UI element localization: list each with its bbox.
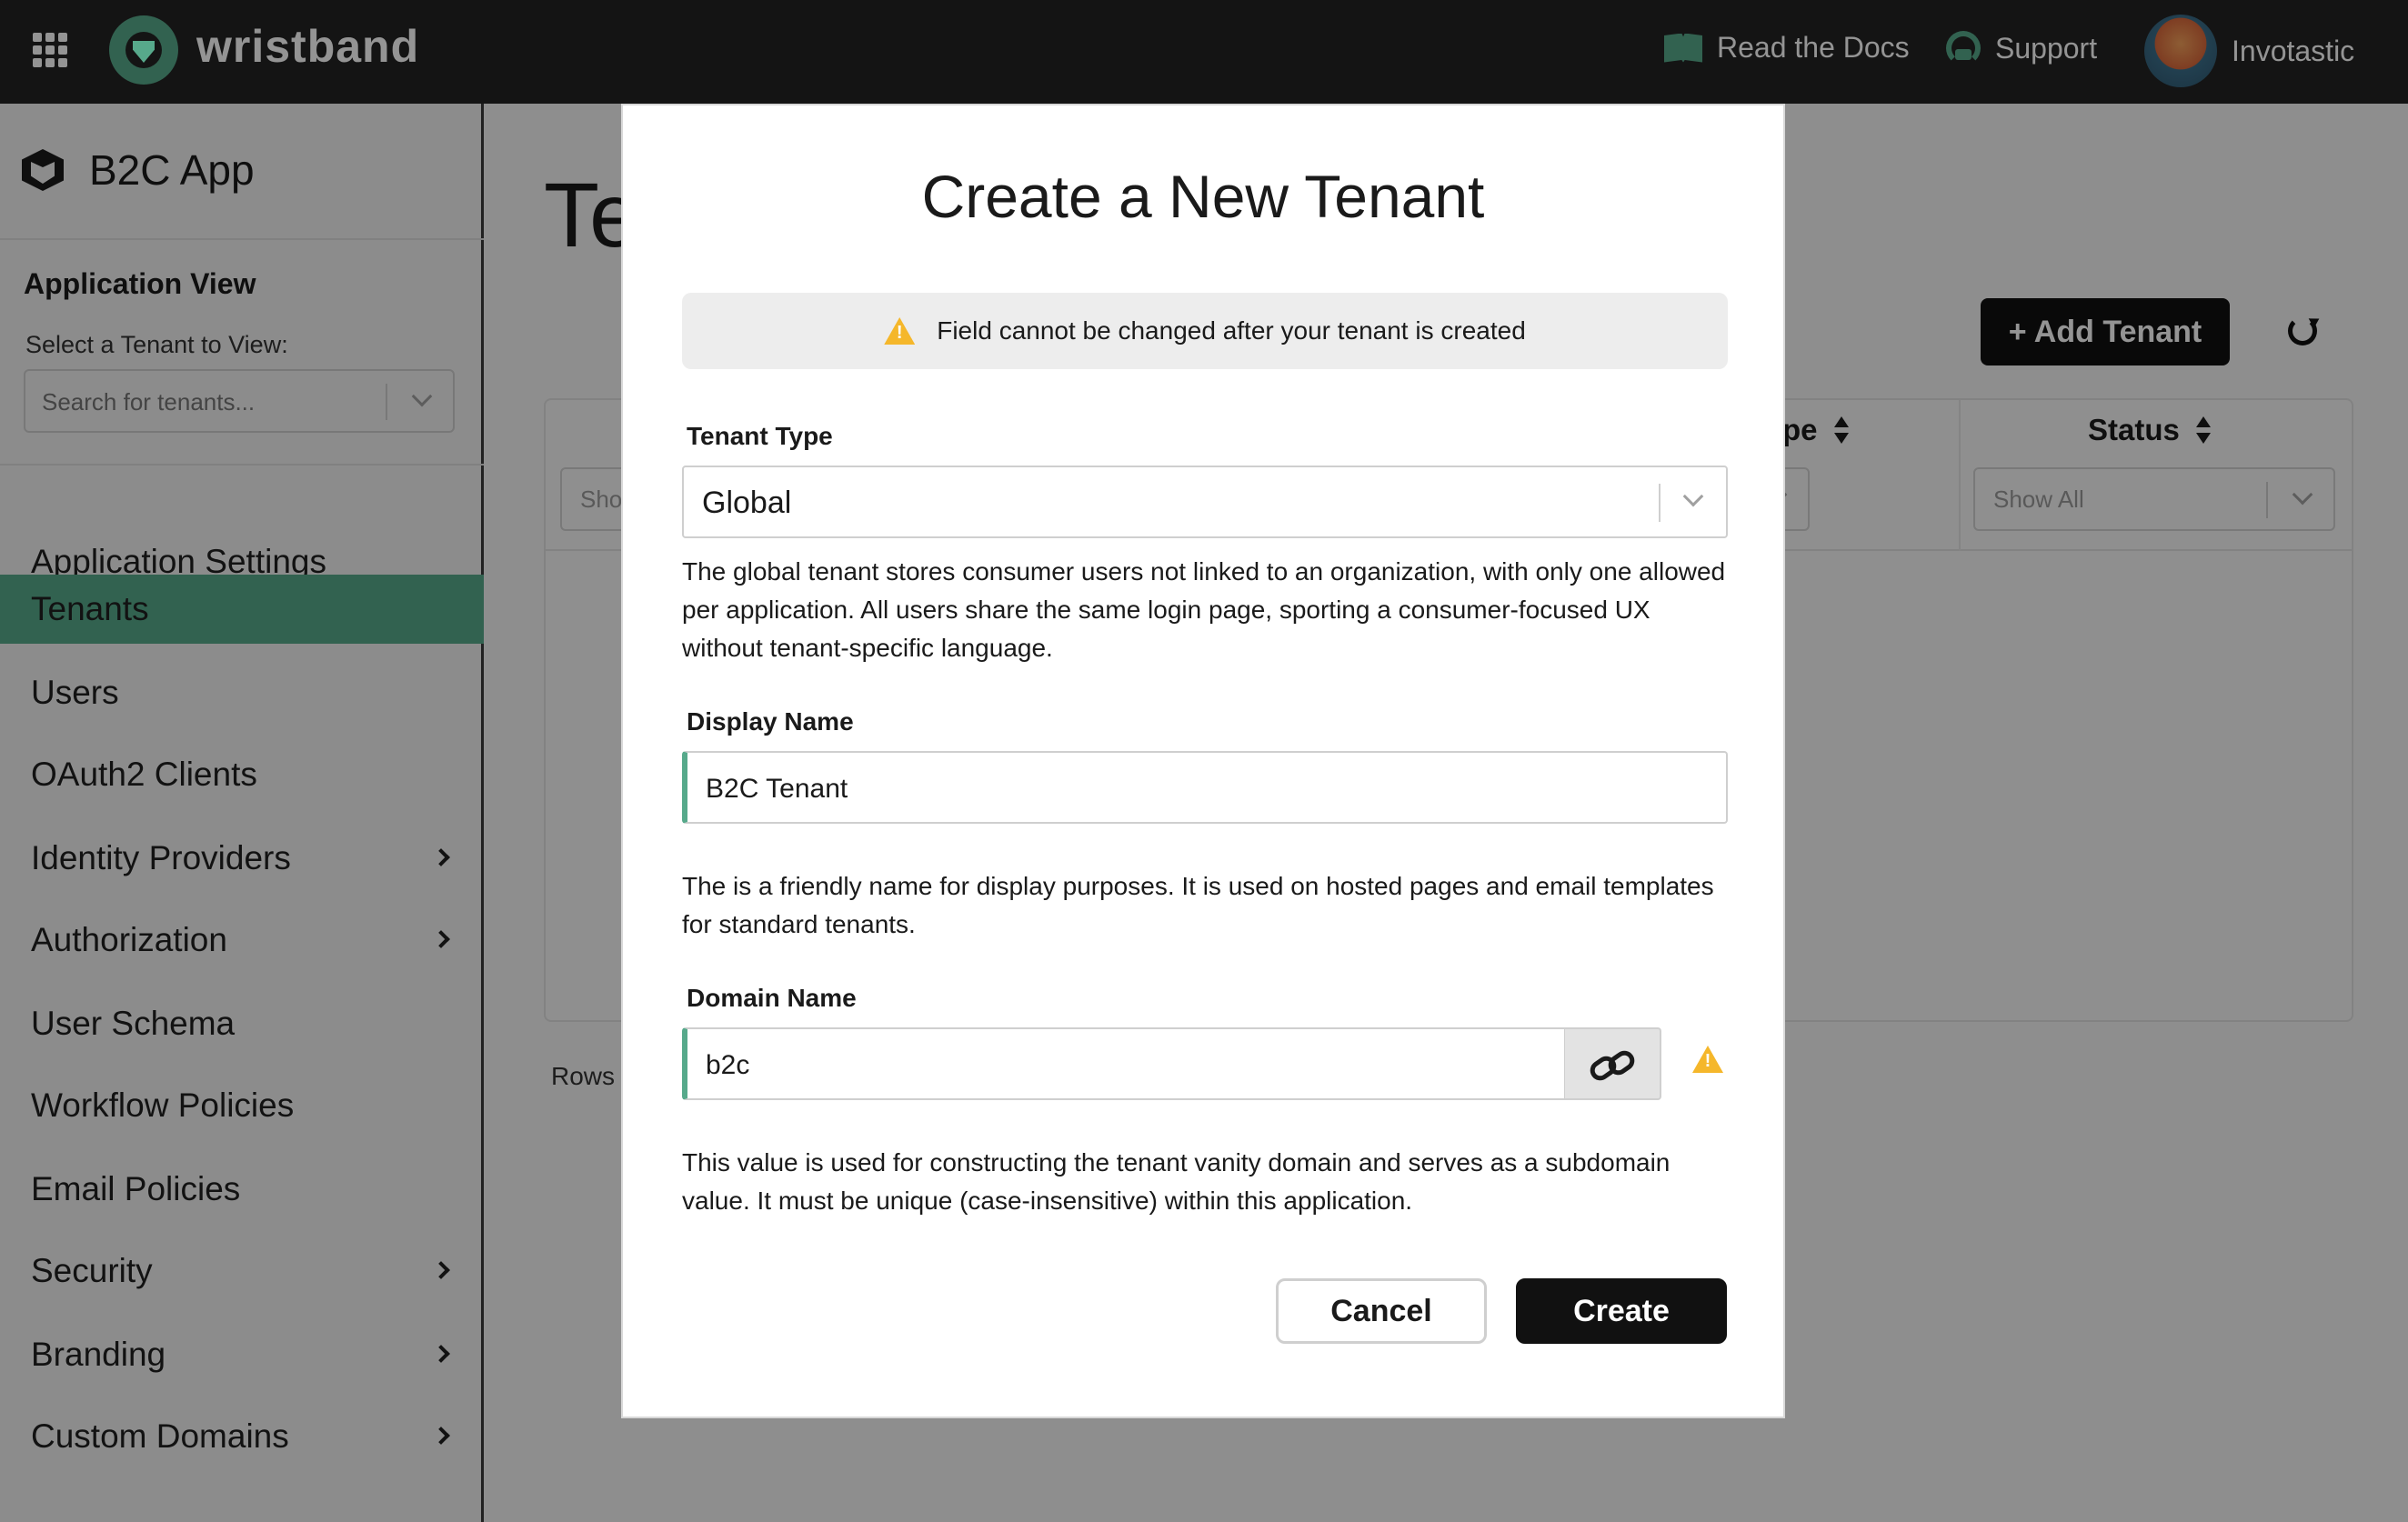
create-tenant-dialog: Create a New Tenant Field cannot be chan…	[621, 104, 1785, 1418]
domain-name-help: This value is used for constructing the …	[682, 1148, 1671, 1215]
display-name-field[interactable]	[682, 751, 1728, 824]
display-name-label: Display Name	[687, 707, 854, 736]
create-button[interactable]: Create	[1516, 1278, 1727, 1344]
tenant-type-value: Global	[702, 486, 792, 520]
domain-name-label: Domain Name	[687, 984, 857, 1012]
domain-name-field[interactable]	[682, 1027, 1566, 1100]
immutable-field-notice: Field cannot be changed after your tenan…	[682, 293, 1728, 369]
cancel-button[interactable]: Cancel	[1276, 1278, 1487, 1344]
notice-text: Field cannot be changed after your tenan…	[937, 316, 1526, 345]
select-separator	[1659, 484, 1661, 522]
tenant-type-select[interactable]: Global	[682, 466, 1728, 538]
tenant-type-label: Tenant Type	[687, 422, 833, 450]
domain-name-input[interactable]	[706, 1047, 1495, 1084]
display-name-help: The is a friendly name for display purpo…	[682, 872, 1714, 938]
tenant-type-help: The global tenant stores consumer users …	[682, 557, 1726, 662]
link-domain-button[interactable]	[1565, 1027, 1661, 1100]
link-icon	[1586, 1046, 1639, 1085]
warning-icon	[1692, 1046, 1723, 1073]
warning-icon	[884, 317, 916, 345]
chevron-down-icon[interactable]	[1682, 486, 1704, 507]
display-name-input[interactable]	[706, 771, 1640, 807]
dialog-title: Create a New Tenant	[921, 163, 1485, 230]
